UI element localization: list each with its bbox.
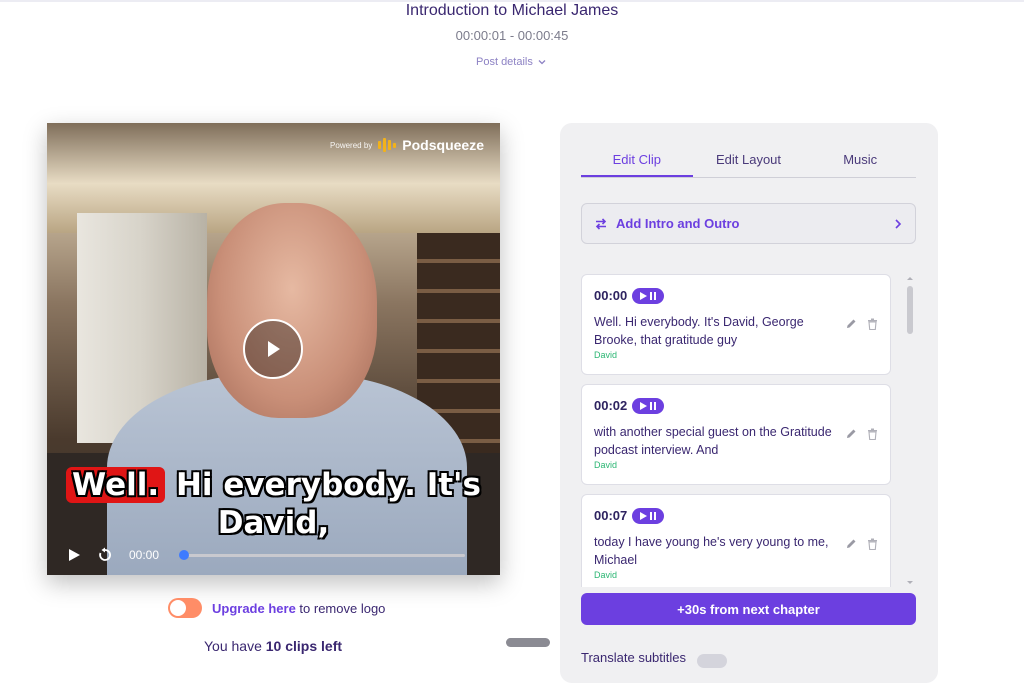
segment-time: 00:02 (594, 398, 628, 413)
trash-icon[interactable] (867, 538, 878, 550)
video-preview[interactable]: Powered by Podsqueeze Well. Hi everybody… (47, 123, 500, 575)
post-details-toggle[interactable]: Post details (476, 56, 547, 68)
trash-icon[interactable] (867, 428, 878, 440)
transcript-segment[interactable]: 00:00 Well. Hi everybody. It's David, Ge… (581, 274, 891, 375)
segment-speaker: David (594, 570, 618, 580)
extend-next-chapter-button[interactable]: +30s from next chapter (581, 593, 916, 625)
transcript-segment[interactable]: 00:02 with another special guest on the … (581, 384, 891, 485)
play-button[interactable] (243, 319, 303, 379)
post-details-label: Post details (476, 56, 533, 68)
clips-left-count: 10 clips left (265, 638, 343, 654)
caption-text: Hi everybody. It's David, (165, 467, 481, 541)
segment-speaker: David (594, 460, 618, 470)
clips-left-text: You have 10 clips left (204, 638, 342, 654)
play-icon (268, 341, 280, 357)
tab-music[interactable]: Music (804, 149, 916, 177)
play-small-icon[interactable] (67, 548, 81, 562)
segment-time: 00:07 (594, 508, 628, 523)
podsqueeze-logo-icon (378, 138, 397, 152)
powered-by-label: Powered by (330, 140, 373, 150)
resize-handle[interactable] (506, 638, 550, 647)
play-pause-button[interactable] (632, 507, 665, 524)
toggle-knob (170, 600, 186, 616)
play-pause-icon (640, 401, 657, 410)
trash-icon[interactable] (867, 318, 878, 330)
play-pause-icon (640, 291, 657, 300)
progress-bar[interactable] (179, 549, 466, 560)
transcript-segment[interactable]: 00:07 today I have young he's very young… (581, 494, 891, 587)
pencil-icon[interactable] (845, 318, 857, 330)
clip-time-range: 00:00:01 - 00:00:45 (455, 28, 569, 43)
scroll-up-icon[interactable] (905, 274, 915, 282)
transcript-segment-list: 00:00 Well. Hi everybody. It's David, Ge… (581, 274, 891, 587)
add-intro-outro-button[interactable]: Add Intro and Outro (581, 203, 916, 244)
swap-arrows-icon (595, 217, 607, 230)
upgrade-link[interactable]: Upgrade here (212, 601, 296, 616)
segment-text[interactable]: Well. Hi everybody. It's David, George B… (594, 313, 834, 349)
pencil-icon[interactable] (845, 538, 857, 550)
progress-handle[interactable] (179, 549, 190, 560)
remove-logo-row: Upgrade here to remove logo (168, 598, 385, 618)
play-pause-icon (640, 511, 657, 520)
chevron-down-icon (538, 60, 546, 65)
remove-logo-label: to remove logo (295, 600, 386, 616)
current-time: 00:00 (129, 548, 160, 562)
segment-actions (845, 538, 878, 550)
chevron-right-icon (895, 218, 902, 229)
segment-actions (845, 318, 878, 330)
play-pause-button[interactable] (632, 397, 665, 414)
video-controls: 00:00 (47, 535, 500, 575)
segment-actions (845, 428, 878, 440)
subtitle-caption: Well. Hi everybody. It's David, (55, 466, 492, 542)
add-intro-outro-label: Add Intro and Outro (616, 216, 740, 231)
logo-toggle[interactable] (168, 598, 202, 618)
segment-text[interactable]: with another special guest on the Gratit… (594, 423, 834, 459)
speaker-head (207, 203, 377, 418)
edit-tabs: Edit Clip Edit Layout Music (581, 149, 916, 178)
segment-list-scrollbar[interactable] (905, 274, 915, 587)
brand-name: Podsqueeze (402, 137, 484, 153)
replay-icon[interactable] (97, 547, 113, 563)
play-pause-button[interactable] (632, 287, 665, 304)
pencil-icon[interactable] (845, 428, 857, 440)
tab-edit-layout[interactable]: Edit Layout (693, 149, 805, 177)
segment-text[interactable]: today I have young he's very young to me… (594, 533, 834, 569)
tab-edit-clip[interactable]: Edit Clip (581, 149, 693, 177)
segment-speaker: David (594, 350, 618, 360)
scrollbar-thumb[interactable] (907, 286, 913, 334)
clips-left-prefix: You have (204, 638, 266, 654)
translate-subtitles-toggle[interactable] (697, 654, 727, 668)
scroll-down-icon[interactable] (905, 579, 915, 587)
powered-by-watermark: Powered by Podsqueeze (330, 137, 484, 153)
caption-highlight-word: Well. (66, 467, 166, 503)
page-title: Introduction to Michael James (405, 2, 619, 19)
segment-time: 00:00 (594, 288, 628, 303)
